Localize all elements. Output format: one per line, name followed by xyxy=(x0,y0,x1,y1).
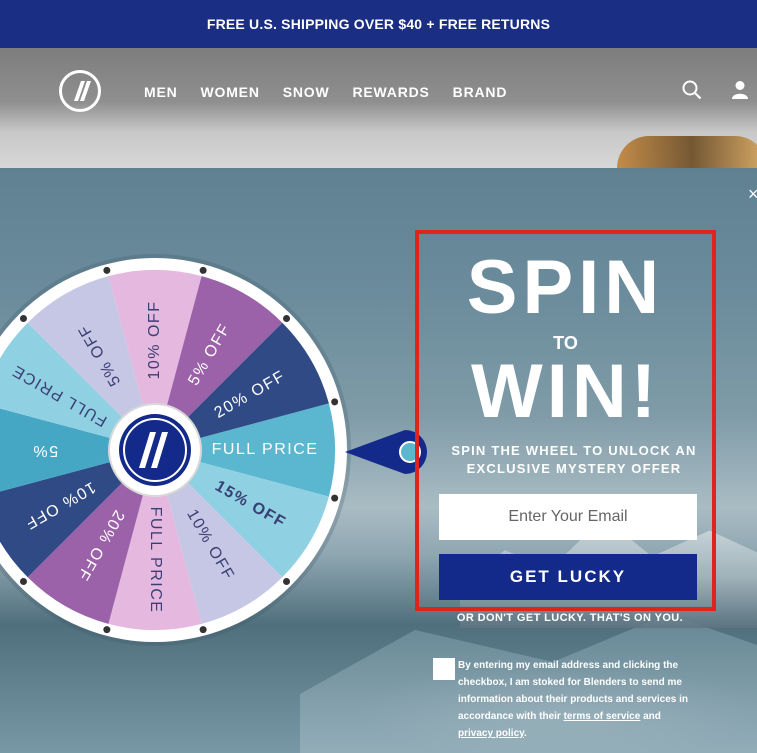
wheel-segment-label: FULL PRICE xyxy=(212,441,319,458)
wheel-peg xyxy=(283,314,291,322)
consent-checkbox[interactable] xyxy=(433,658,455,680)
signup-panel: SPIN TO WIN! SPIN THE WHEEL TO UNLOCK AN… xyxy=(415,230,716,611)
nav-item-rewards[interactable]: REWARDS xyxy=(353,84,430,100)
headline-spin: SPIN xyxy=(466,245,665,330)
consent-period: . xyxy=(523,728,527,739)
consent-and: and xyxy=(643,711,661,722)
headline-win: WIN! xyxy=(470,349,661,434)
wheel-peg xyxy=(283,578,291,586)
nav-item-snow[interactable]: SNOW xyxy=(283,84,330,100)
search-icon[interactable] xyxy=(681,78,703,102)
spin-to-win-modal: × FULL PRICE 15% OFF 10% OFF FULL PRICE 20% … xyxy=(0,168,757,753)
wheel-peg xyxy=(199,266,207,274)
nav-item-women[interactable]: WOMEN xyxy=(201,84,260,100)
wheel-peg xyxy=(103,266,111,274)
site-header: MEN WOMEN SNOW REWARDS BRAND xyxy=(0,48,757,168)
header-background-image xyxy=(617,136,757,168)
wheel-peg xyxy=(19,314,27,322)
user-icon[interactable] xyxy=(729,78,751,102)
wheel-segment-label: 10% OFF xyxy=(146,301,163,380)
main-nav: MEN WOMEN SNOW REWARDS BRAND xyxy=(144,84,507,100)
terms-of-service-link[interactable]: terms of service xyxy=(564,711,641,722)
wheel-peg xyxy=(331,398,339,406)
wheel-hub-logo xyxy=(119,414,191,486)
prize-wheel-graphic: FULL PRICE15% OFF10% OFFFULL PRICE20% OF… xyxy=(0,254,351,646)
get-lucky-button[interactable]: GET LUCKY xyxy=(439,554,697,600)
logo-icon[interactable] xyxy=(59,70,101,112)
close-icon[interactable]: × xyxy=(748,184,757,205)
email-field[interactable] xyxy=(439,494,697,540)
nav-item-brand[interactable]: BRAND xyxy=(453,84,508,100)
promo-bar: FREE U.S. SHIPPING OVER $40 + FREE RETUR… xyxy=(0,0,757,48)
nav-item-men[interactable]: MEN xyxy=(144,84,178,100)
wheel-peg xyxy=(19,578,27,586)
wheel-segment-label: FULL PRICE xyxy=(147,507,164,614)
privacy-policy-link[interactable]: privacy policy xyxy=(458,728,524,739)
prize-wheel[interactable]: FULL PRICE 15% OFF 10% OFF FULL PRICE 20% OF… xyxy=(0,232,360,672)
wheel-peg xyxy=(103,626,111,634)
decline-link[interactable]: OR DON'T GET LUCKY. THAT'S ON YOU. xyxy=(440,612,700,624)
wheel-peg xyxy=(199,626,207,634)
wheel-segment-label: 5% xyxy=(32,442,58,459)
promo-text: FREE U.S. SHIPPING OVER $40 + FREE RETUR… xyxy=(206,16,551,32)
consent-text: By entering my email address and clickin… xyxy=(458,657,703,742)
wheel-peg xyxy=(331,494,339,502)
subheading: SPIN THE WHEEL TO UNLOCK AN EXCLUSIVE MY… xyxy=(451,443,697,476)
